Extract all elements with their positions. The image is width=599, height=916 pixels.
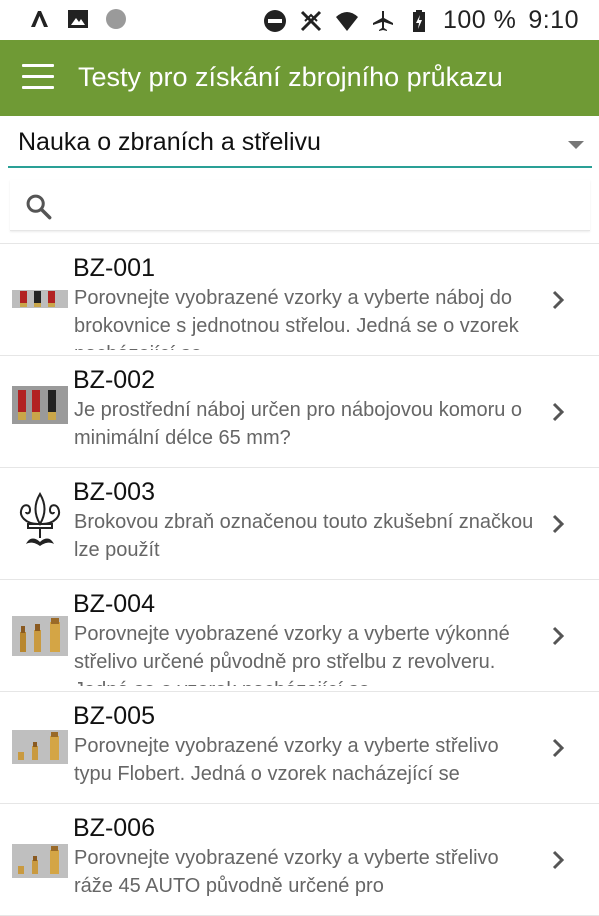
chevron-right-icon	[552, 290, 565, 310]
question-text: Brokovou zbraň označenou touto zkušební …	[74, 511, 534, 561]
chevron-right-icon	[552, 850, 565, 870]
category-dropdown[interactable]: Nauka o zbraních a střelivu	[8, 118, 592, 168]
list-item[interactable]: BZ-003 Brokovou zbraň označenou touto zk…	[0, 468, 599, 580]
hamburger-menu-icon[interactable]	[22, 64, 54, 92]
chevron-right-icon	[552, 514, 565, 534]
search-bar[interactable]	[10, 180, 590, 231]
cartridges-thumbnail	[12, 730, 68, 764]
circle-icon	[106, 9, 126, 29]
status-bar: 100 % 9:10	[0, 0, 599, 40]
question-code: BZ-003	[73, 478, 155, 506]
list-item[interactable]: BZ-002 Je prostřední náboj určen pro náb…	[0, 356, 599, 468]
question-text: Porovnejte vyobrazené vzorky a vyberte s…	[74, 735, 499, 785]
wifi-icon	[335, 11, 358, 31]
no-signal-icon	[300, 10, 321, 31]
chevron-right-icon	[552, 402, 565, 422]
app-title: Testy pro získání zbrojního průkazu	[78, 62, 503, 92]
shotgun-shells-thumbnail	[12, 282, 68, 316]
question-code: BZ-001	[73, 254, 155, 282]
vpn-icon	[31, 11, 48, 27]
list-item[interactable]: BZ-001 Porovnejte vyobrazené vzorky a vy…	[0, 244, 599, 356]
question-code: BZ-006	[73, 814, 155, 842]
question-text: Porovnejte vyobrazené vzorky a vyberte v…	[74, 623, 510, 686]
clock: 9:10	[528, 6, 579, 34]
chevron-right-icon	[552, 626, 565, 646]
question-list: BZ-001 Porovnejte vyobrazené vzorky a vy…	[0, 243, 599, 916]
question-code: BZ-002	[73, 366, 155, 394]
image-icon	[68, 10, 88, 28]
list-item[interactable]: BZ-004 Porovnejte vyobrazené vzorky a vy…	[0, 580, 599, 692]
question-text: Porovnejte vyobrazené vzorky a vyberte n…	[74, 287, 519, 350]
category-dropdown-value: Nauka o zbraních a střelivu	[18, 128, 321, 156]
question-code: BZ-004	[73, 590, 155, 618]
chevron-right-icon	[552, 738, 565, 758]
battery-charging-icon	[412, 9, 425, 32]
search-icon	[26, 194, 52, 220]
question-text: Je prostřední náboj určen pro nábojovou …	[74, 399, 523, 449]
list-item[interactable]: BZ-005 Porovnejte vyobrazené vzorky a vy…	[0, 692, 599, 804]
dropdown-caret-icon	[568, 141, 584, 149]
search-input[interactable]	[66, 188, 570, 224]
app-bar: Testy pro získání zbrojního průkazu	[0, 40, 599, 116]
list-item[interactable]: BZ-006 Porovnejte vyobrazené vzorky a vy…	[0, 804, 599, 916]
shotgun-shells-thumbnail	[12, 386, 68, 424]
airplane-icon	[372, 10, 393, 31]
battery-percentage: 100 %	[442, 6, 517, 34]
do-not-disturb-icon	[263, 9, 286, 32]
question-text: Porovnejte vyobrazené vzorky a vyberte s…	[74, 847, 499, 897]
proof-mark-fleur-de-lis	[20, 492, 60, 546]
cartridges-thumbnail	[12, 616, 68, 656]
question-code: BZ-005	[73, 702, 155, 730]
cartridges-thumbnail	[12, 844, 68, 878]
